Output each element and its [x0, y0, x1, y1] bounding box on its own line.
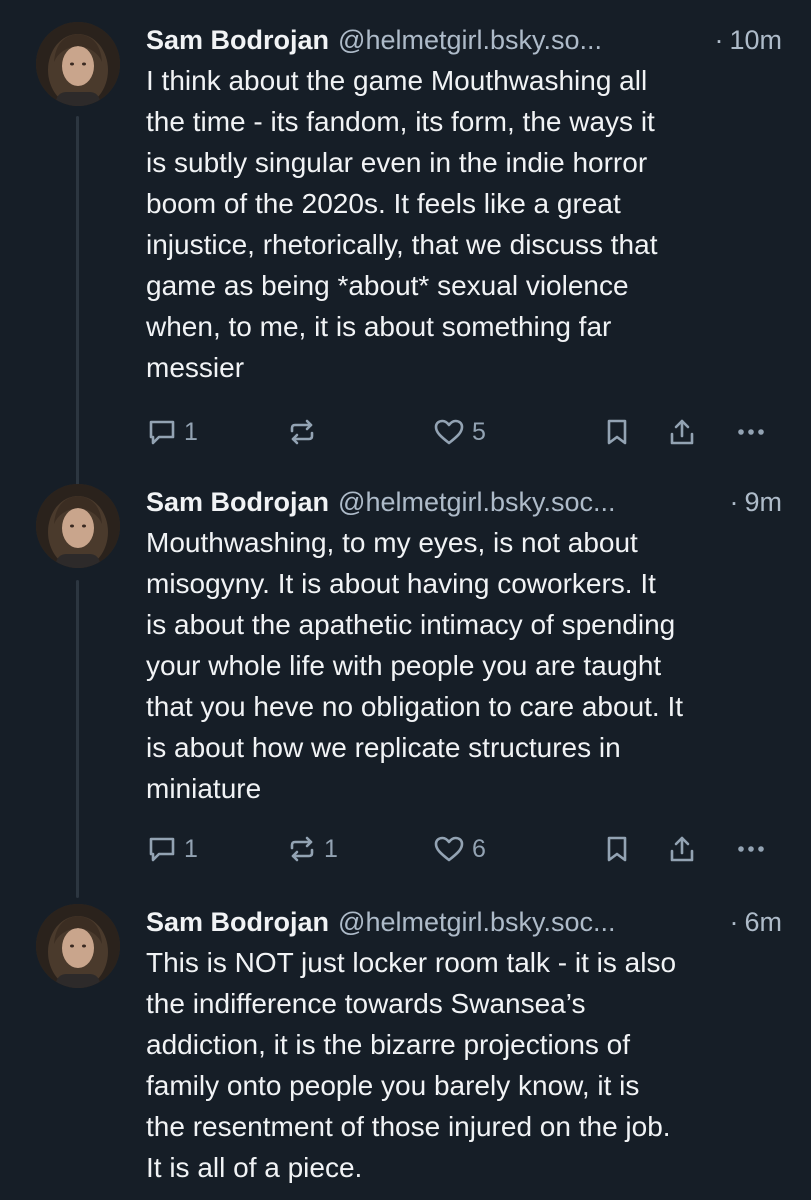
bookmark-icon [602, 833, 632, 865]
timestamp[interactable]: 9m [744, 484, 782, 520]
timestamp[interactable]: 6m [744, 904, 782, 940]
reply-count: 1 [184, 834, 198, 863]
separator: · [729, 907, 739, 937]
post-text: Mouthwashing, to my eyes, is not about m… [146, 527, 684, 804]
bookmark-button[interactable] [602, 829, 632, 869]
author-name[interactable]: Sam Bodrojan [146, 904, 329, 940]
separator: · [729, 487, 739, 517]
like-count: 6 [472, 834, 486, 863]
post-header: Sam Bodrojan @helmetgirl.bsky.soc... · 6… [146, 904, 782, 940]
post-2[interactable]: Sam Bodrojan @helmetgirl.bsky.soc... · 9… [0, 470, 811, 890]
post-header: Sam Bodrojan @helmetgirl.bsky.soc... · 9… [146, 484, 782, 520]
avatar[interactable] [36, 904, 120, 988]
like-button[interactable]: 5 [432, 412, 486, 452]
more-options-button[interactable] [734, 412, 768, 452]
post-actions: 1 5 [146, 412, 782, 452]
more-icon [734, 833, 768, 865]
like-button[interactable]: 6 [432, 829, 486, 869]
more-icon [734, 416, 768, 448]
repost-icon [286, 833, 318, 865]
bookmark-icon [602, 416, 632, 448]
post-header: Sam Bodrojan @helmetgirl.bsky.so... · 10… [146, 22, 782, 58]
post-1[interactable]: Sam Bodrojan @helmetgirl.bsky.so... · 10… [0, 0, 811, 470]
author-handle[interactable]: @helmetgirl.bsky.soc... [338, 904, 719, 940]
author-name[interactable]: Sam Bodrojan [146, 22, 329, 58]
avatar[interactable] [36, 484, 120, 568]
share-button[interactable] [666, 829, 698, 869]
author-handle[interactable]: @helmetgirl.bsky.so... [338, 22, 704, 58]
post-actions: 1 1 6 [146, 829, 782, 869]
avatar[interactable] [36, 22, 120, 106]
share-button[interactable] [666, 412, 698, 452]
reply-icon [146, 416, 178, 448]
timestamp[interactable]: 10m [729, 22, 782, 58]
post-text: I think about the game Mouthwashing all … [146, 65, 658, 383]
reply-count: 1 [184, 417, 198, 446]
repost-button[interactable] [286, 412, 318, 452]
repost-count: 1 [324, 834, 338, 863]
repost-button[interactable]: 1 [286, 829, 338, 869]
heart-icon [432, 416, 466, 448]
reply-button[interactable]: 1 [146, 829, 198, 869]
post-3[interactable]: Sam Bodrojan @helmetgirl.bsky.soc... · 6… [0, 890, 811, 1200]
share-icon [666, 416, 698, 448]
like-count: 5 [472, 417, 486, 446]
author-handle[interactable]: @helmetgirl.bsky.soc... [338, 484, 719, 520]
heart-icon [432, 833, 466, 865]
author-name[interactable]: Sam Bodrojan [146, 484, 329, 520]
post-text: This is NOT just locker room talk - it i… [146, 947, 677, 1183]
reply-icon [146, 833, 178, 865]
bookmark-button[interactable] [602, 412, 632, 452]
repost-icon [286, 416, 318, 448]
separator: · [714, 25, 724, 55]
share-icon [666, 833, 698, 865]
reply-button[interactable]: 1 [146, 412, 198, 452]
more-options-button[interactable] [734, 829, 768, 869]
